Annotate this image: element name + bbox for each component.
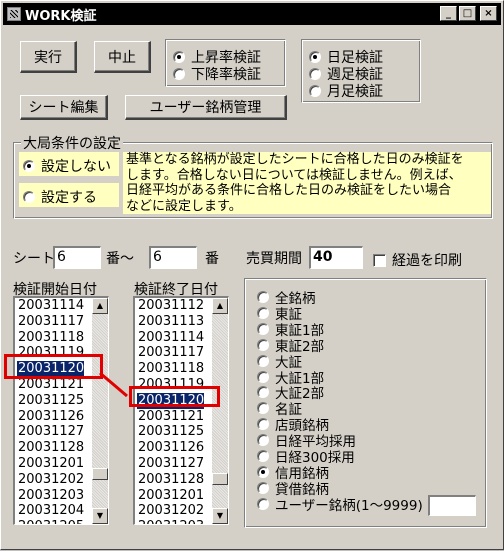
radio-icon [257,386,269,399]
radio-icon [257,370,269,383]
app-window: WORK検証 _ □ × 実行 中止 シート編集 ユーザー銘柄管理 上昇率検証 … [0,0,504,550]
radio-icon [257,434,269,447]
radio-icon [257,291,269,303]
market-option-label: ユーザー銘柄(1～9999) [275,497,423,514]
arrow-line [99,371,128,398]
radio-icon [257,450,269,462]
radio-icon [257,402,269,415]
radio-selected-icon [257,465,269,478]
radio-icon [257,497,269,510]
radio-icon [257,418,269,431]
radio-icon [257,481,269,494]
user-symbol-input[interactable] [428,495,476,516]
radio-icon [257,322,269,335]
radio-icon [257,338,269,351]
radio-icon [257,354,269,367]
market-option[interactable]: ユーザー銘柄(1～9999) [257,496,423,514]
radio-icon [257,306,269,319]
